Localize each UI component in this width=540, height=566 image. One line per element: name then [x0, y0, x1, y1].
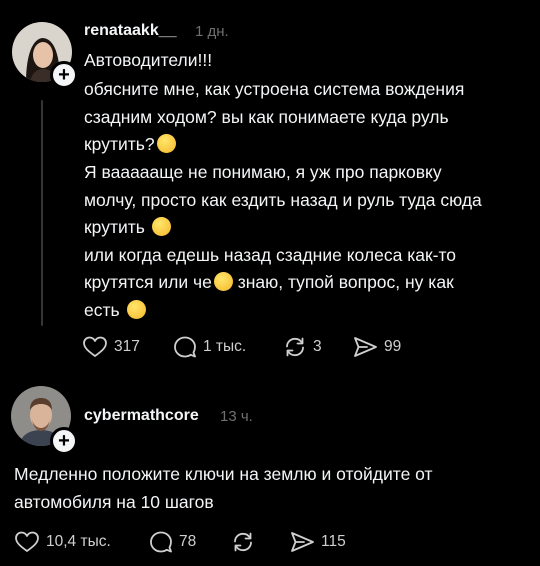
repost-count: 3: [313, 338, 322, 355]
grinning-sweat-emoji: [213, 272, 233, 291]
reply-count: 1 тыс.: [203, 338, 247, 355]
follow-button[interactable]: +: [50, 61, 78, 89]
reply-text-line: Медленно положите ключи на землю и отойд…: [14, 464, 433, 484]
post-text-segment: крутятся или че: [84, 272, 212, 292]
heart-icon: [15, 531, 39, 552]
share-button[interactable]: 99: [352, 335, 401, 359]
follow-button[interactable]: +: [50, 427, 78, 455]
rofl-emoji: [156, 134, 176, 153]
repost-button[interactable]: [231, 530, 261, 554]
post-text-line: обясните мне, как устроена система вожде…: [84, 79, 465, 99]
post-text-line: крутить?: [84, 134, 176, 155]
post-username[interactable]: renataakk__: [84, 22, 177, 40]
post-text-line: или когда едешь назад сзадние колеса как…: [84, 245, 457, 265]
post-text-segment: сзадним ходом? вы как понимаете куда рул…: [84, 107, 449, 127]
plus-icon: +: [58, 430, 70, 452]
reply-username[interactable]: cybermathcore: [84, 407, 199, 425]
reply-button[interactable]: 78: [149, 530, 196, 554]
repost-button[interactable]: 3: [283, 335, 322, 359]
heart-icon: [83, 336, 107, 357]
reply-timestamp: 13 ч.: [220, 408, 253, 425]
post-text-segment: крутить?: [84, 134, 155, 154]
post-text-line: есть: [84, 300, 146, 321]
thinking-emoji: [151, 217, 171, 236]
post-text-line: Я ваааааще не понимаю, я уж про парковку: [84, 162, 442, 182]
repost-icon: [234, 532, 252, 552]
share-icon: [291, 532, 314, 552]
post-text-line: Автоводители!!!: [84, 50, 213, 70]
post-timestamp: 1 дн.: [195, 23, 229, 40]
like-count: 317: [114, 338, 140, 355]
repost-icon: [286, 337, 304, 357]
comment-icon: [150, 531, 172, 553]
post-text-line: сзадним ходом? вы как понимаете куда рул…: [84, 107, 449, 128]
like-button[interactable]: 10,4 тыс.: [14, 530, 111, 554]
share-count: 99: [384, 338, 402, 355]
thread-line: [41, 100, 43, 326]
like-button[interactable]: 317: [82, 335, 140, 359]
like-count: 10,4 тыс.: [46, 533, 111, 550]
crying-emoji: [126, 300, 146, 319]
post-text-segment: есть: [84, 300, 120, 320]
comment-icon: [174, 336, 196, 358]
post-text-line: крутятся или че знаю, тупой вопрос, ну к…: [84, 272, 454, 293]
post-text-line: молчу, просто как ездить назад и руль ту…: [84, 190, 482, 210]
share-count: 115: [321, 533, 346, 550]
post-text-line: крутить: [84, 217, 171, 238]
post-text-segment: знаю, тупой вопрос, ну как: [232, 272, 454, 292]
reply-button[interactable]: 1 тыс.: [173, 335, 246, 359]
plus-icon: +: [58, 64, 70, 86]
share-button[interactable]: 115: [289, 530, 346, 554]
post-text-segment: крутить: [84, 217, 145, 237]
reply-count: 78: [179, 533, 197, 550]
share-icon: [354, 337, 377, 357]
reply-text-line: автомобиля на 10 шагов: [14, 492, 214, 512]
